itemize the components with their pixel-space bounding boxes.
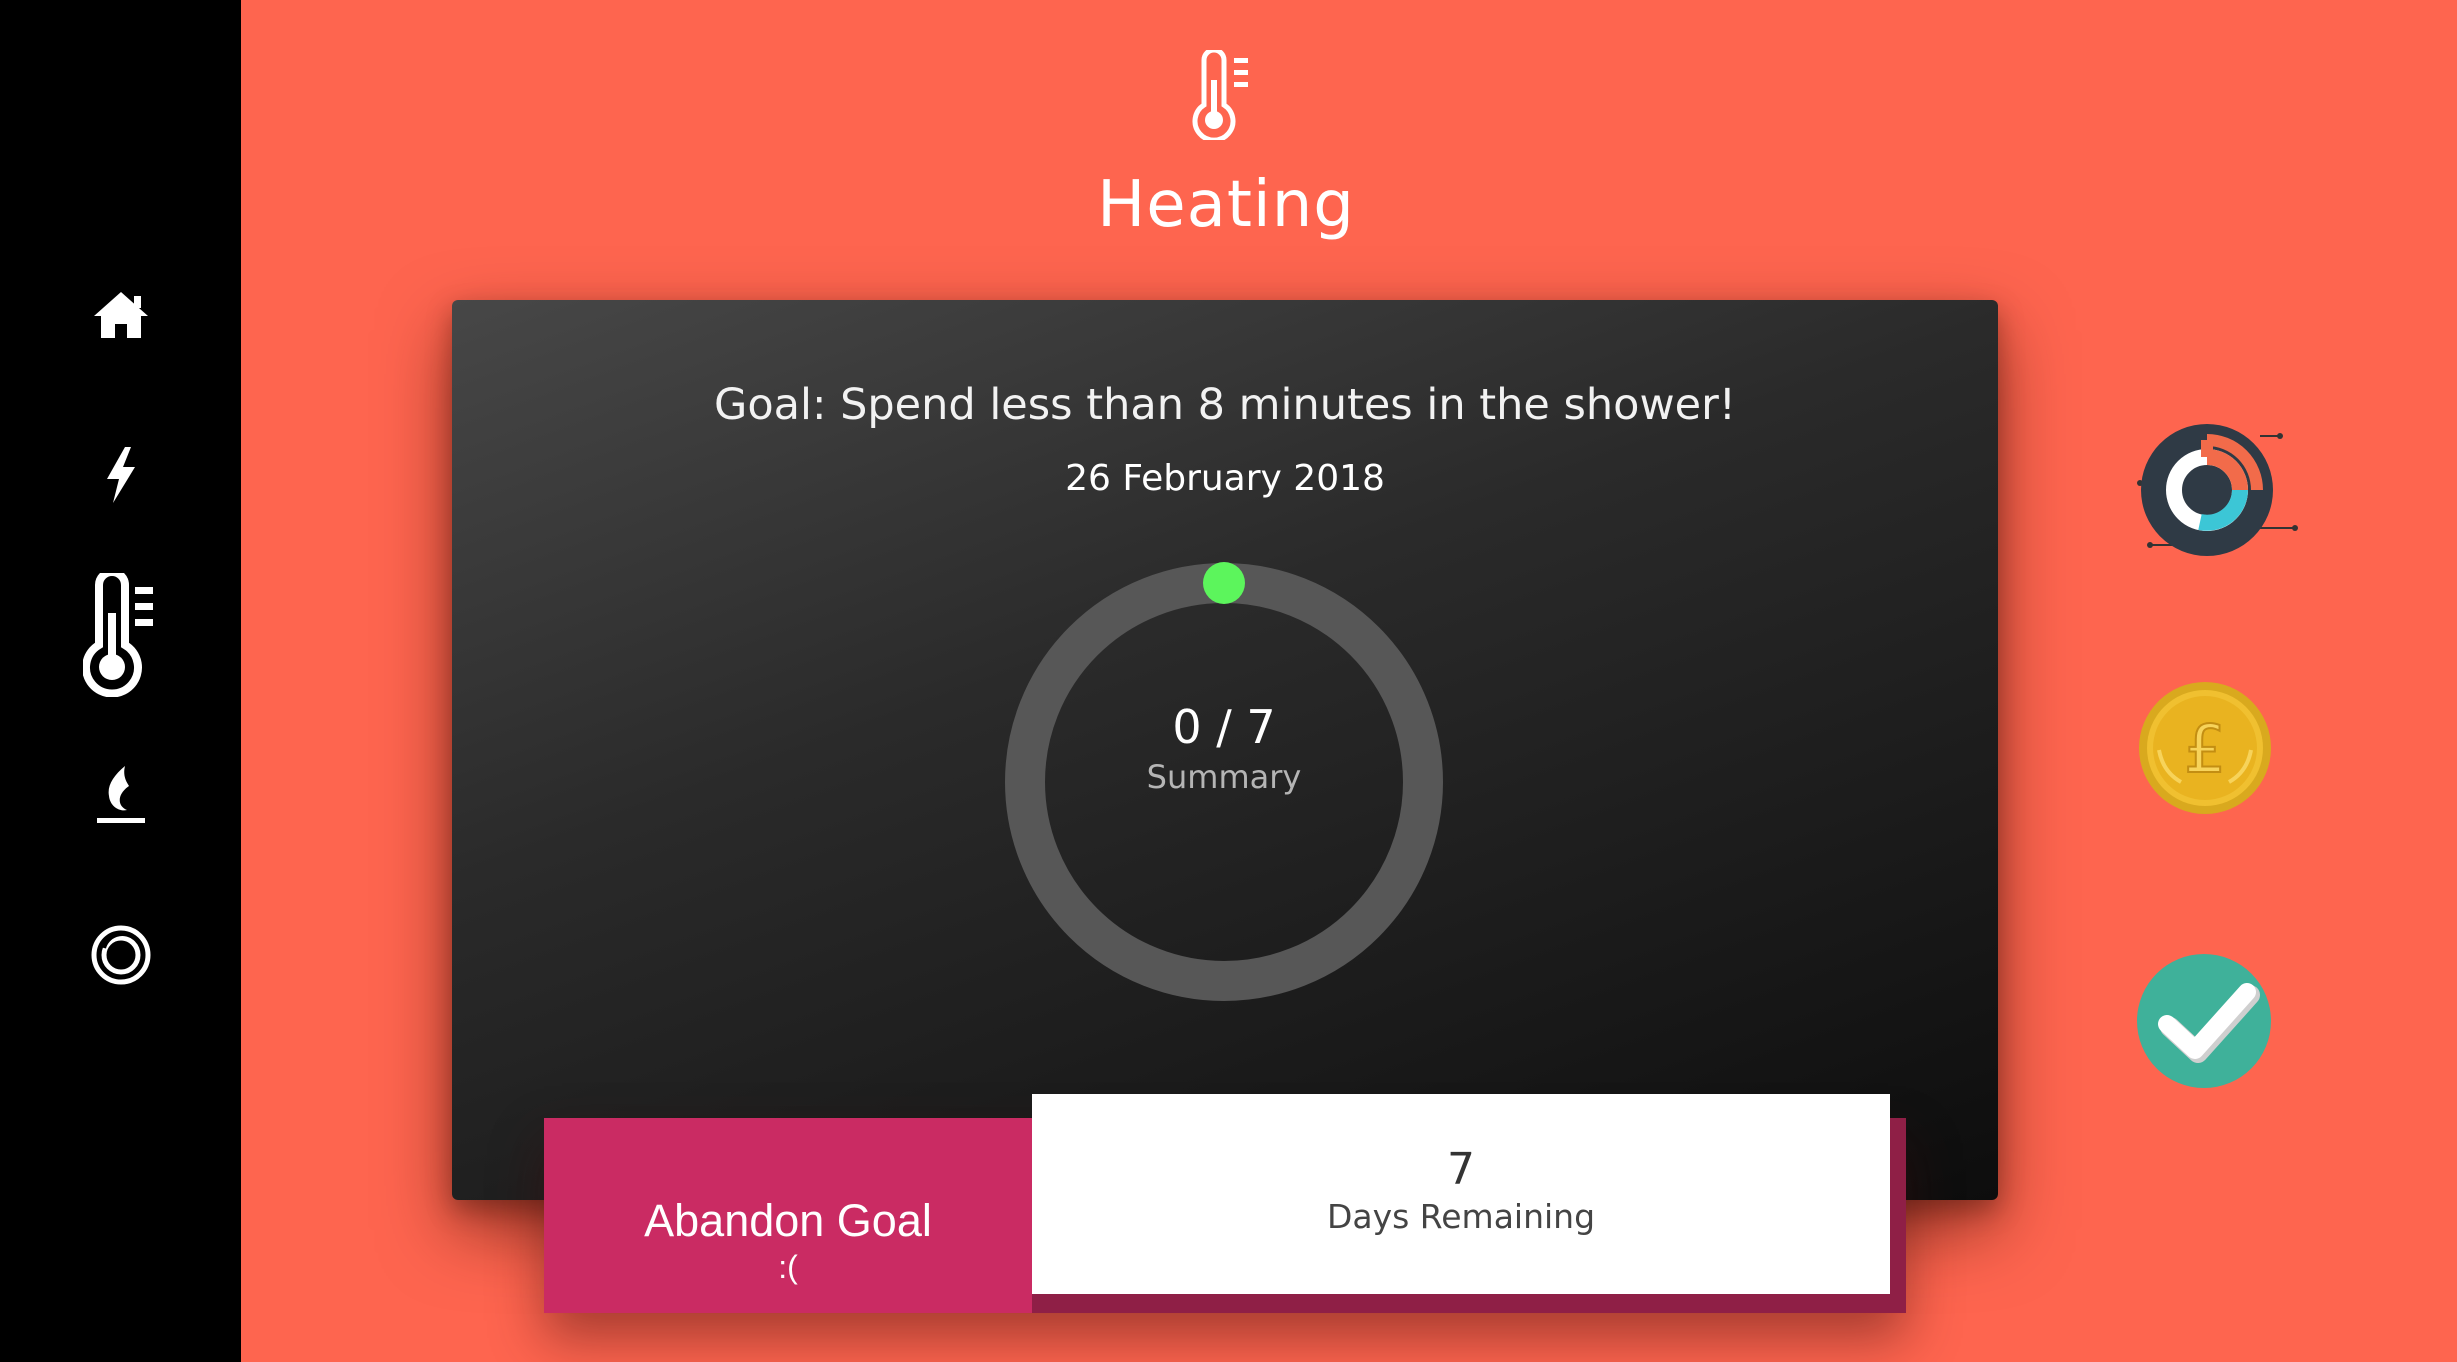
days-remaining-value: 7	[1447, 1144, 1475, 1195]
abandon-goal-face: :(	[778, 1249, 798, 1285]
sidebar-item-electricity[interactable]	[0, 415, 241, 535]
sidebar-item-home[interactable]	[0, 255, 241, 375]
water-drop-icon	[91, 925, 150, 985]
page-title: Heating	[1097, 168, 1355, 242]
sidebar-item-heating[interactable]	[0, 573, 241, 697]
home-icon	[93, 292, 148, 338]
thermometer-icon	[82, 573, 153, 697]
progress-indicator-dot	[1203, 562, 1245, 604]
progress-label: Summary	[1146, 758, 1302, 796]
lightning-icon	[106, 447, 135, 503]
abandon-goal-label: Abandon Goal	[644, 1195, 932, 1246]
progress-count: 0 / 7	[1172, 700, 1276, 754]
complete-goal-badge[interactable]	[2135, 952, 2273, 1094]
days-remaining-panel: 7 Days Remaining	[1032, 1094, 1890, 1294]
checkmark-icon	[2137, 954, 2271, 1088]
abandon-goal-button[interactable]: Abandon Goal :(	[544, 1118, 1032, 1313]
goal-description: Goal: Spend less than 8 minutes in the s…	[714, 380, 1736, 430]
goal-date: 26 February 2018	[1065, 458, 1385, 499]
sidebar-item-water[interactable]	[0, 895, 241, 1015]
pound-coin-icon: £	[2139, 682, 2271, 814]
flame-icon	[96, 766, 145, 823]
sidebar-item-gas[interactable]	[0, 735, 241, 855]
sidebar	[0, 0, 241, 1362]
savings-badge[interactable]: £	[2137, 680, 2273, 820]
thermometer-icon	[1190, 47, 1260, 143]
statistics-badge[interactable]	[2130, 420, 2300, 564]
goal-card: Goal: Spend less than 8 minutes in the s…	[452, 300, 1998, 1200]
days-remaining-label: Days Remaining	[1326, 1197, 1596, 1236]
pie-chart-icon	[2137, 424, 2298, 556]
svg-text:£: £	[2184, 711, 2226, 788]
